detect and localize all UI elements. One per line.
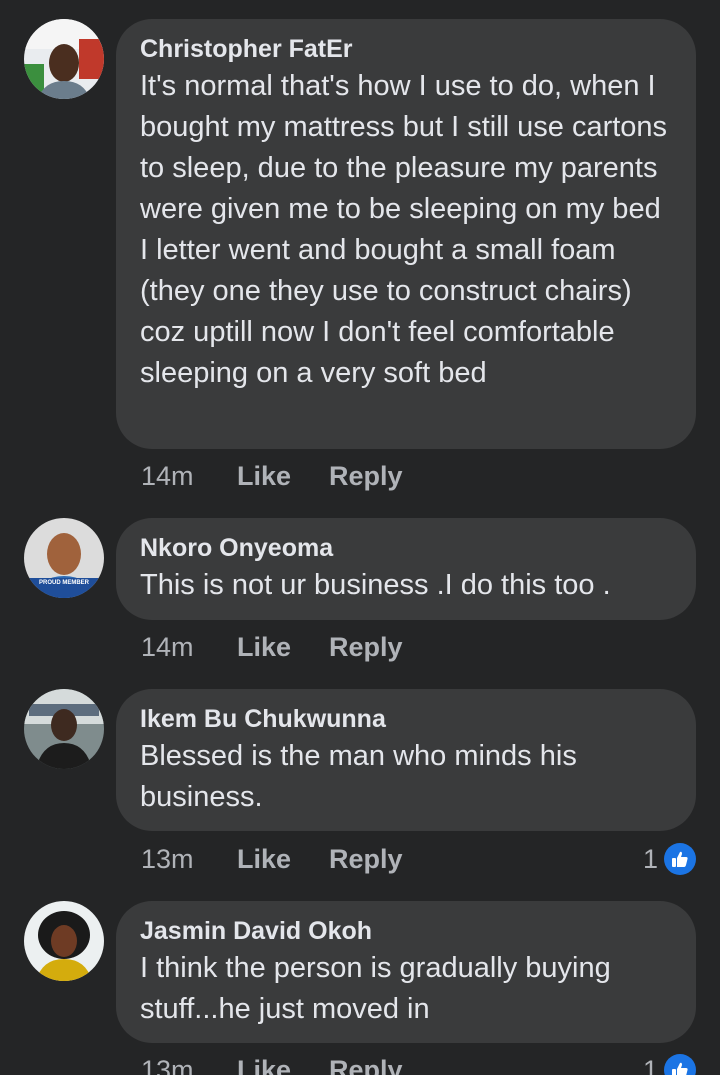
- comment-text: This is not ur business .I do this too .: [140, 569, 611, 601]
- reaction-summary[interactable]: 1: [643, 1050, 696, 1075]
- avatar-image: [24, 689, 104, 769]
- avatar-image: [24, 19, 104, 99]
- comment-text: Blessed is the man who minds his busines…: [140, 740, 577, 813]
- comment-text: It's normal that's how I use to do, when…: [140, 70, 668, 389]
- comment-bubble: Jasmin David Okoh I think the person is …: [116, 901, 696, 1043]
- comment-author[interactable]: Christopher FatEr: [140, 33, 672, 65]
- comment-actions: 14m Like Reply: [141, 456, 403, 496]
- like-thumb-icon: [664, 1054, 696, 1075]
- comment-feed: Christopher FatEr It's normal that's how…: [0, 0, 720, 1075]
- avatar[interactable]: [24, 689, 104, 769]
- comment-bubble: Ikem Bu Chukwunna Blessed is the man who…: [116, 689, 696, 831]
- like-button[interactable]: Like: [237, 844, 329, 875]
- like-button[interactable]: Like: [237, 632, 329, 663]
- comment-author[interactable]: Ikem Bu Chukwunna: [140, 703, 672, 735]
- comment-timestamp[interactable]: 13m: [141, 844, 237, 875]
- reply-button[interactable]: Reply: [329, 1055, 403, 1075]
- avatar-badge: PROUD MEMBER: [38, 580, 89, 586]
- comment-bubble: Christopher FatEr It's normal that's how…: [116, 19, 696, 449]
- comment-text: I think the person is gradually buying s…: [140, 952, 611, 1025]
- reaction-summary[interactable]: 1: [643, 839, 696, 879]
- comment-actions: 13m Like Reply: [141, 1050, 403, 1075]
- comment-timestamp[interactable]: 14m: [141, 632, 237, 663]
- like-button[interactable]: Like: [237, 1055, 329, 1075]
- like-button[interactable]: Like: [237, 461, 329, 492]
- comment-actions: 14m Like Reply: [141, 627, 403, 667]
- avatar[interactable]: [24, 901, 104, 981]
- avatar[interactable]: [24, 19, 104, 99]
- reply-button[interactable]: Reply: [329, 632, 403, 663]
- avatar[interactable]: PROUD MEMBER: [24, 518, 104, 598]
- reaction-count: 1: [642, 843, 658, 874]
- like-thumb-icon: [664, 843, 696, 875]
- comment-author[interactable]: Nkoro Onyeoma: [140, 532, 672, 564]
- reply-button[interactable]: Reply: [329, 844, 403, 875]
- avatar-image: [24, 901, 104, 981]
- comment-bubble: Nkoro Onyeoma This is not ur business .I…: [116, 518, 696, 620]
- reaction-count: 1: [642, 1054, 658, 1075]
- comment-author[interactable]: Jasmin David Okoh: [140, 915, 672, 947]
- reply-button[interactable]: Reply: [329, 461, 403, 492]
- comment-actions: 13m Like Reply: [141, 839, 403, 879]
- comment-timestamp[interactable]: 13m: [141, 1055, 237, 1075]
- comment-timestamp[interactable]: 14m: [141, 461, 237, 492]
